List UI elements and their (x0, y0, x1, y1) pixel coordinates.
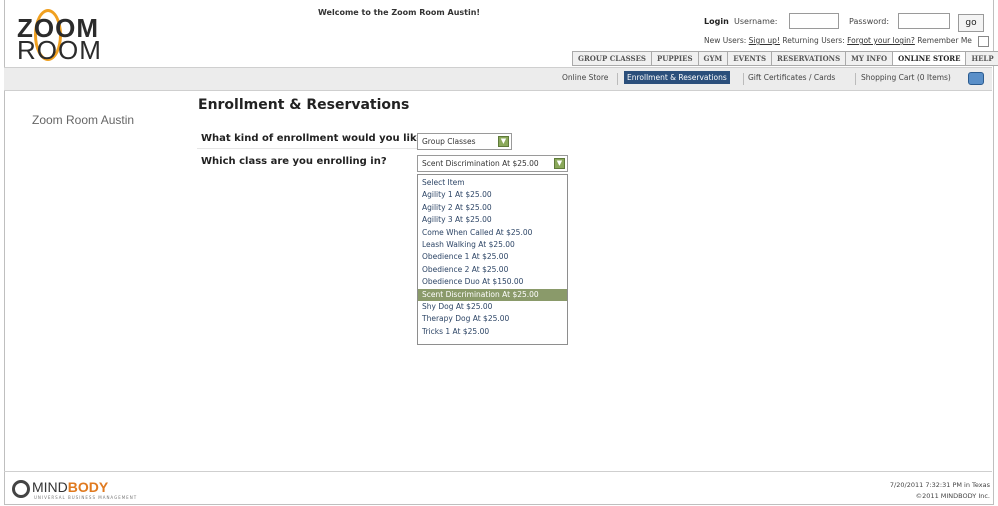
subnav-enrollment[interactable]: Enrollment & Reservations (624, 71, 730, 84)
mindbody-circle-icon (12, 480, 30, 498)
tab-gym[interactable]: GYM (697, 51, 728, 66)
password-label: Password: (849, 17, 890, 26)
footer-timestamp: 7/20/2011 7:32:31 PM in Texas (889, 481, 990, 489)
page-title: Enrollment & Reservations (198, 97, 410, 113)
class-select-value: Scent Discrimination At $25.00 (422, 159, 539, 168)
enrollment-kind-value: Group Classes (422, 137, 476, 146)
shopping-cart-icon[interactable] (968, 72, 984, 85)
subnav-shopping-cart[interactable]: Shopping Cart (0 Items) (861, 73, 951, 82)
dropdown-option[interactable]: Obedience 2 At $25.00 (418, 264, 567, 276)
class-select[interactable]: Scent Discrimination At $25.00 ▼ (417, 155, 568, 172)
username-input[interactable] (789, 13, 839, 29)
dropdown-option[interactable]: Obedience Duo At $150.00 (418, 276, 567, 288)
remember-me-checkbox[interactable] (978, 36, 989, 47)
tab-my-info[interactable]: MY INFO (845, 51, 893, 66)
new-users-line: New Users: Sign up! Returning Users: For… (704, 36, 972, 45)
tab-puppies[interactable]: PUPPIES (650, 51, 698, 66)
tab-help[interactable]: HELP (965, 51, 998, 66)
new-users-text: New Users: (704, 36, 747, 45)
dropdown-option[interactable]: Tricks 1 At $25.00 (418, 326, 567, 338)
dropdown-option[interactable]: Therapy Dog At $25.00 (418, 313, 567, 325)
dropdown-option[interactable]: Shy Dog At $25.00 (418, 301, 567, 313)
tab-online-store[interactable]: ONLINE STORE (892, 51, 966, 66)
tab-events[interactable]: EVENTS (727, 51, 772, 66)
mindbody-wordmark: MINDBODY (32, 479, 108, 495)
login-row: Login Username: Password: (0, 13, 998, 31)
dropdown-option[interactable]: Leash Walking At $25.00 (418, 239, 567, 251)
divider (197, 148, 417, 149)
footer-divider (4, 471, 992, 472)
chevron-down-icon[interactable]: ▼ (554, 158, 565, 169)
main-tabs: GROUP CLASSES PUPPIES GYM EVENTS RESERVA… (572, 51, 998, 66)
subnav-divider (743, 73, 744, 85)
footer-info: 7/20/2011 7:32:31 PM in Texas ©2011 MIND… (890, 480, 990, 502)
dropdown-option[interactable]: Agility 3 At $25.00 (418, 214, 567, 226)
sub-navigation: Online Store Enrollment & Reservations G… (4, 67, 992, 91)
tab-reservations[interactable]: RESERVATIONS (771, 51, 846, 66)
brand-part-a: MIND (32, 479, 68, 495)
forgot-login-link[interactable]: Forgot your login? (847, 36, 915, 45)
enrollment-kind-select[interactable]: Group Classes ▼ (417, 133, 512, 150)
username-label: Username: (734, 17, 778, 26)
password-input[interactable] (898, 13, 950, 29)
brand-part-b: BODY (67, 479, 109, 495)
dropdown-option-selected[interactable]: Scent Discrimination At $25.00 (418, 288, 567, 301)
remember-me-label: Remember Me (917, 36, 972, 45)
enrollment-kind-label: What kind of enrollment would you like? (201, 133, 429, 144)
studio-name: Zoom Room Austin (32, 113, 135, 127)
subnav-divider (855, 73, 856, 85)
logo-text-bottom: ROOM (17, 35, 102, 65)
footer-copyright: ©2011 MINDBODY Inc. (915, 492, 990, 500)
dropdown-option[interactable]: Select Item (418, 177, 567, 189)
dropdown-option[interactable]: Agility 2 At $25.00 (418, 202, 567, 214)
tab-group-classes[interactable]: GROUP CLASSES (572, 51, 651, 66)
subnav-online-store[interactable]: Online Store (562, 73, 608, 82)
returning-users-text: Returning Users: (782, 36, 845, 45)
login-label: Login (704, 17, 729, 26)
class-dropdown-list: Select Item Agility 1 At $25.00 Agility … (417, 174, 568, 345)
subnav-gift-certificates[interactable]: Gift Certificates / Cards (748, 73, 835, 82)
go-button[interactable]: go (958, 14, 984, 32)
dropdown-option[interactable]: Come When Called At $25.00 (418, 227, 567, 239)
sign-up-link[interactable]: Sign up! (749, 36, 780, 45)
brand-subtitle: UNIVERSAL BUSINESS MANAGEMENT (34, 495, 138, 500)
subnav-divider (617, 73, 618, 85)
class-label: Which class are you enrolling in? (201, 156, 387, 167)
chevron-down-icon[interactable]: ▼ (498, 136, 509, 147)
dropdown-option[interactable]: Agility 1 At $25.00 (418, 189, 567, 201)
dropdown-option[interactable]: Obedience 1 At $25.00 (418, 251, 567, 263)
